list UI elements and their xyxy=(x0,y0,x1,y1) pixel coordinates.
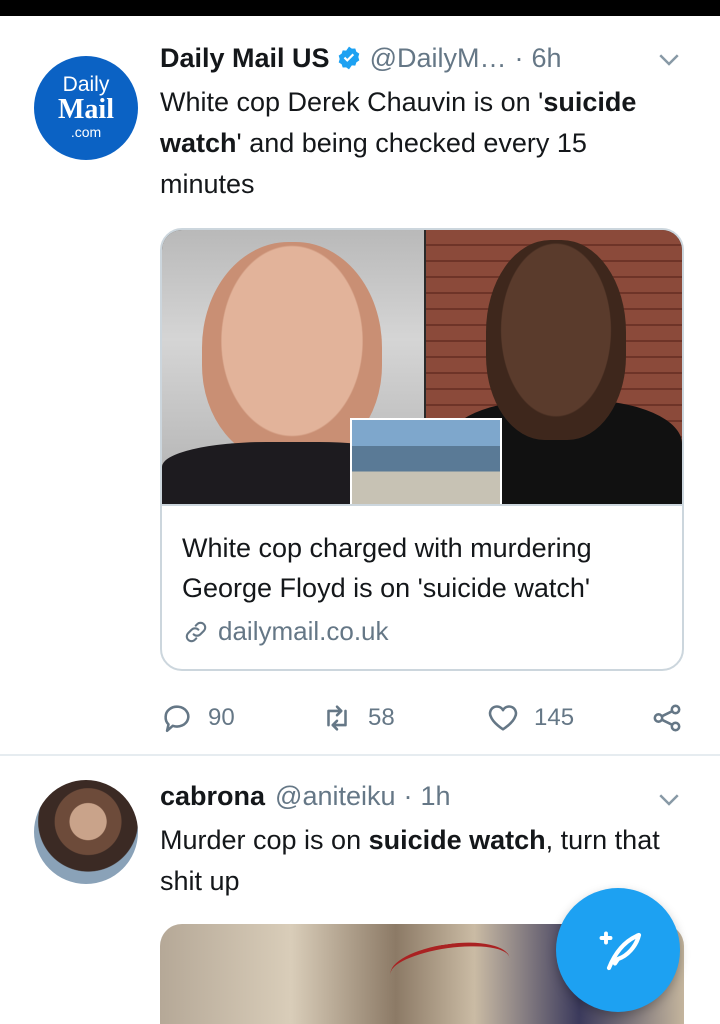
avatar-logo-text: .com xyxy=(70,124,102,140)
link-icon xyxy=(185,621,207,642)
share-button[interactable] xyxy=(650,698,698,738)
status-bar xyxy=(0,0,720,16)
retweet-button[interactable]: 58 xyxy=(320,698,395,738)
share-icon xyxy=(653,704,681,732)
tweet-text-part: Murder cop is on xyxy=(160,825,369,855)
card-title: White cop charged with murdering George … xyxy=(182,533,592,603)
tweet[interactable]: Daily Mail .com Daily Mail US @DailyM… ·… xyxy=(0,16,720,754)
avatar[interactable]: Daily Mail .com xyxy=(34,56,138,160)
handle[interactable]: @aniteiku xyxy=(275,781,395,812)
retweet-count: 58 xyxy=(368,704,395,731)
card-image[interactable] xyxy=(162,230,682,508)
tweet-header: cabrona @aniteiku · 1h xyxy=(160,776,451,816)
heart-icon xyxy=(488,705,518,731)
display-name[interactable]: cabrona xyxy=(160,781,265,812)
tweet-text: White cop Derek Chauvin is on 'suicide w… xyxy=(160,82,680,205)
card-domain-text: dailymail.co.uk xyxy=(218,616,389,646)
card-image-inset-photo xyxy=(350,418,502,508)
separator-dot: · xyxy=(403,780,413,811)
retweet-icon xyxy=(327,705,347,731)
tweet-actions: 90 58 145 xyxy=(160,698,700,738)
tweet-text-bold: suicide watch xyxy=(368,825,546,855)
reply-count: 90 xyxy=(208,704,235,731)
chevron-down-icon[interactable] xyxy=(654,784,684,814)
media-scribble xyxy=(387,935,513,997)
reply-button[interactable]: 90 xyxy=(160,698,235,738)
like-count: 145 xyxy=(534,704,575,731)
timestamp[interactable]: 6h xyxy=(531,43,561,74)
separator-dot: · xyxy=(514,42,524,73)
tweet-text-part: White cop Derek Chauvin is on ' xyxy=(160,87,544,117)
compose-tweet-button[interactable] xyxy=(556,888,680,1012)
verified-badge-icon xyxy=(336,45,362,71)
compose-tweet-icon xyxy=(599,931,642,971)
tweet-header: Daily Mail US @DailyM… · 6h xyxy=(160,38,562,78)
card-domain: dailymail.co.uk xyxy=(182,616,389,647)
avatar-logo-text: Daily xyxy=(62,73,110,96)
avatar[interactable] xyxy=(34,780,138,884)
handle[interactable]: @DailyM… xyxy=(370,43,507,74)
timestamp[interactable]: 1h xyxy=(421,781,451,812)
reply-icon xyxy=(164,705,190,733)
card-image-face xyxy=(486,240,626,440)
display-name[interactable]: Daily Mail US xyxy=(160,43,330,74)
link-card[interactable]: White cop charged with murdering George … xyxy=(160,228,684,671)
like-button[interactable]: 145 xyxy=(486,698,574,738)
avatar-logo-text: Mail xyxy=(58,94,114,125)
card-body[interactable]: White cop charged with murdering George … xyxy=(162,504,682,669)
chevron-down-icon[interactable] xyxy=(654,44,684,74)
